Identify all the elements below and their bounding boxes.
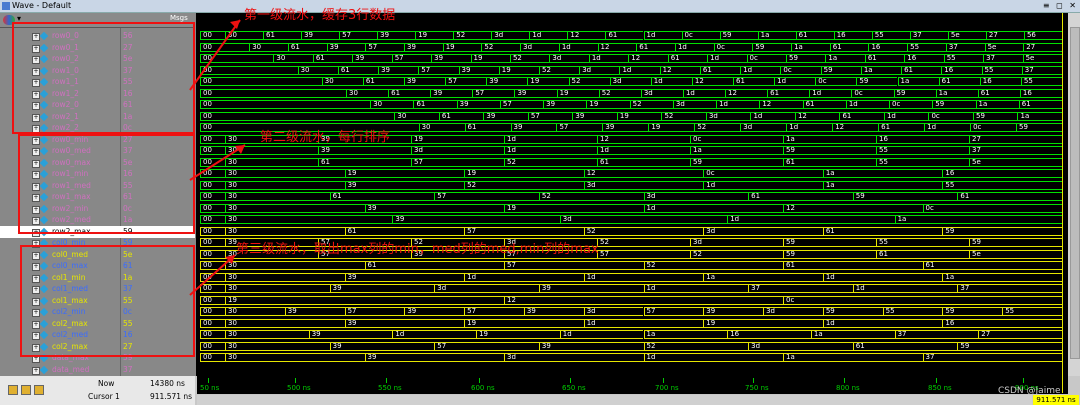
stage2-annotation: 第二级流水，每行排序 xyxy=(260,130,391,145)
watermark: CSDN @Jaime xyxy=(998,386,1061,396)
stage3-annotation: 第三级流水，取出max列的min，med列的med,min列的max xyxy=(236,242,599,257)
annotation-arrows xyxy=(189,19,246,296)
stage1-annotation: 第一级流水，缓存3行数据 xyxy=(244,8,396,23)
